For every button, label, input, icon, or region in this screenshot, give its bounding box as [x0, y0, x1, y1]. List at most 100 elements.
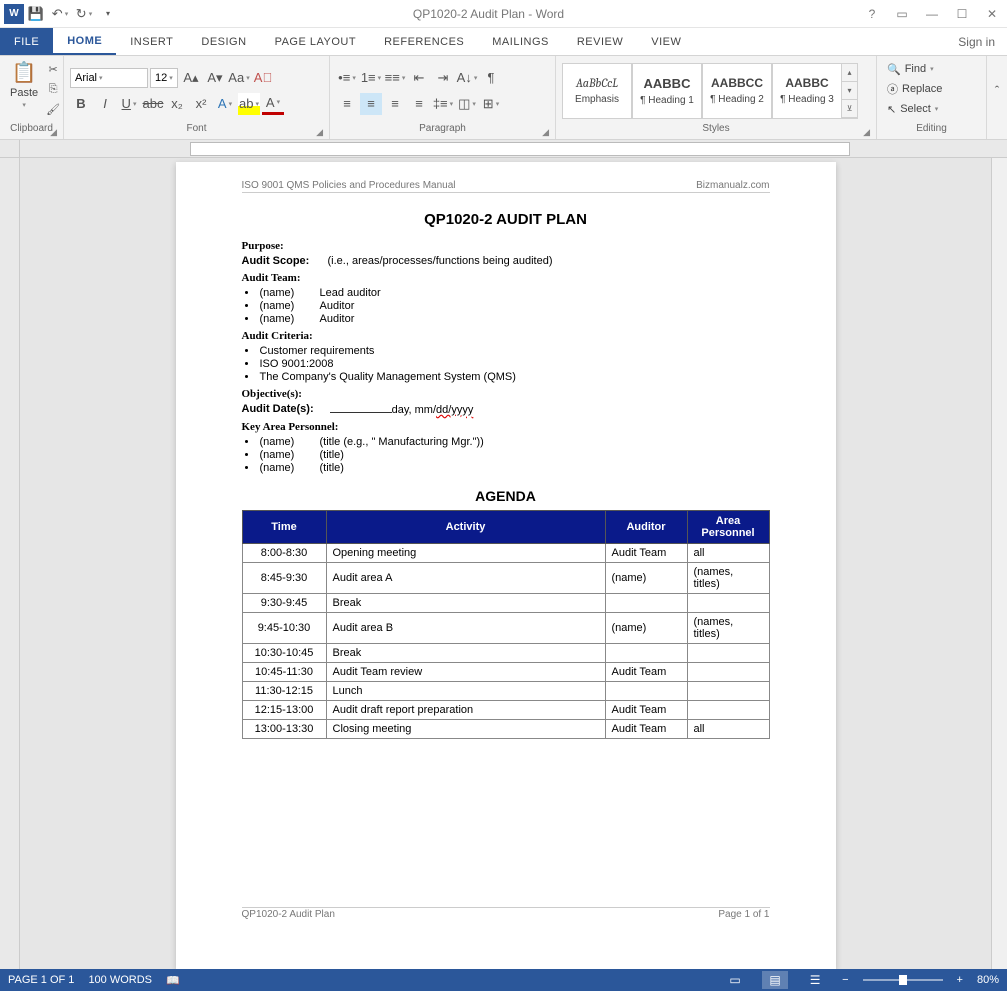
format-painter-icon[interactable]: 🖌 — [44, 100, 62, 118]
dates-blank — [330, 403, 392, 413]
styles-more-icon[interactable]: ⊻ — [842, 100, 857, 118]
horizontal-ruler[interactable] — [0, 140, 1007, 158]
doc-header-left: ISO 9001 QMS Policies and Procedures Man… — [242, 180, 456, 191]
superscript-icon[interactable]: x² — [190, 93, 212, 115]
page[interactable]: ISO 9001 QMS Policies and Procedures Man… — [176, 162, 836, 969]
underline-icon[interactable]: U — [118, 93, 140, 115]
zoom-slider[interactable] — [863, 979, 943, 981]
font-launcher-icon[interactable]: ◢ — [316, 127, 323, 138]
grow-font-icon[interactable]: A▴ — [180, 67, 202, 89]
find-icon: 🔍 — [887, 63, 901, 76]
font-group-label: Font — [186, 123, 206, 134]
qat-customize-icon[interactable]: ▾ — [96, 2, 120, 26]
change-case-icon[interactable]: Aa — [228, 67, 250, 89]
tab-page-layout[interactable]: PAGE LAYOUT — [261, 28, 371, 55]
text-effects-icon[interactable]: A — [214, 93, 236, 115]
tab-home[interactable]: HOME — [53, 28, 116, 55]
increase-indent-icon[interactable]: ⇥ — [432, 67, 454, 89]
copy-icon[interactable]: ⎘ — [44, 80, 62, 98]
style-heading2[interactable]: AABBCC¶ Heading 2 — [702, 63, 772, 119]
bold-icon[interactable]: B — [70, 93, 92, 115]
numbering-icon[interactable]: 1≡ — [360, 67, 382, 89]
tab-design[interactable]: DESIGN — [187, 28, 260, 55]
sign-in-link[interactable]: Sign in — [946, 28, 1007, 55]
redo-icon[interactable]: ↻ — [72, 2, 96, 26]
read-mode-icon[interactable]: ▭ — [722, 971, 748, 989]
styles-gallery[interactable]: AaBbCcLEmphasis AABBC¶ Heading 1 AABBCC¶… — [562, 63, 858, 119]
help-icon[interactable]: ? — [857, 2, 887, 26]
status-page[interactable]: PAGE 1 OF 1 — [8, 974, 74, 986]
styles-down-icon[interactable]: ▾ — [842, 82, 857, 100]
align-left-icon[interactable]: ≡ — [336, 93, 358, 115]
find-button[interactable]: 🔍Find▾ — [883, 60, 946, 78]
minimize-icon[interactable]: — — [917, 2, 947, 26]
tab-file[interactable]: FILE — [0, 28, 53, 55]
borders-icon[interactable]: ⊞ — [480, 93, 502, 115]
font-color-icon[interactable]: A — [262, 93, 284, 115]
styles-launcher-icon[interactable]: ◢ — [863, 127, 870, 138]
shading-icon[interactable]: ◫ — [456, 93, 478, 115]
team-item: (name)Auditor — [258, 313, 770, 325]
select-button[interactable]: ↖Select▾ — [883, 100, 946, 118]
status-words[interactable]: 100 WORDS — [88, 974, 152, 986]
collapse-ribbon-icon[interactable]: ˆ — [993, 80, 1001, 102]
font-size-select[interactable]: 12 — [150, 68, 178, 88]
clipboard-group-label: Clipboard — [10, 123, 53, 134]
maximize-icon[interactable]: ☐ — [947, 2, 977, 26]
zoom-out-icon[interactable]: − — [842, 974, 848, 986]
paragraph-launcher-icon[interactable]: ◢ — [542, 127, 549, 138]
document-area[interactable]: ISO 9001 QMS Policies and Procedures Man… — [20, 158, 991, 969]
undo-icon[interactable]: ↶ — [48, 2, 72, 26]
multilevel-list-icon[interactable]: ≡≡ — [384, 67, 406, 89]
web-layout-icon[interactable]: ☰ — [802, 971, 828, 989]
purpose-label: Purpose: — [242, 240, 770, 252]
table-row: 8:00-8:30Opening meetingAudit Teamall — [242, 544, 769, 563]
close-icon[interactable]: ✕ — [977, 2, 1007, 26]
cut-icon[interactable]: ✂ — [44, 60, 62, 78]
bullets-icon[interactable]: •≡ — [336, 67, 358, 89]
th-area: Area Personnel — [687, 511, 769, 544]
subscript-icon[interactable]: x₂ — [166, 93, 188, 115]
tab-mailings[interactable]: MAILINGS — [478, 28, 563, 55]
tab-insert[interactable]: INSERT — [116, 28, 187, 55]
style-emphasis[interactable]: AaBbCcLEmphasis — [562, 63, 632, 119]
align-center-icon[interactable]: ≡ — [360, 93, 382, 115]
decrease-indent-icon[interactable]: ⇤ — [408, 67, 430, 89]
print-layout-icon[interactable]: ▤ — [762, 971, 788, 989]
show-marks-icon[interactable]: ¶ — [480, 67, 502, 89]
save-icon[interactable]: 💾 — [24, 2, 48, 26]
clipboard-launcher-icon[interactable]: ◢ — [50, 127, 57, 138]
personnel-item: (name)(title) — [258, 462, 770, 474]
team-item: (name)Lead auditor — [258, 287, 770, 299]
line-spacing-icon[interactable]: ‡≡ — [432, 93, 454, 115]
style-heading3[interactable]: AABBC¶ Heading 3 — [772, 63, 842, 119]
strikethrough-icon[interactable]: abc — [142, 93, 164, 115]
highlight-icon[interactable]: ab — [238, 93, 260, 115]
tab-references[interactable]: REFERENCES — [370, 28, 478, 55]
table-row: 8:45-9:30Audit area A(name)(names, title… — [242, 563, 769, 594]
zoom-level[interactable]: 80% — [977, 974, 999, 986]
italic-icon[interactable]: I — [94, 93, 116, 115]
font-name-select[interactable]: Arial — [70, 68, 148, 88]
zoom-in-icon[interactable]: + — [957, 974, 963, 986]
word-app-icon: W — [4, 4, 24, 24]
editing-group-label: Editing — [916, 123, 947, 134]
vertical-ruler[interactable] — [0, 158, 20, 969]
paste-button[interactable]: 📋 Paste ▾ — [6, 58, 42, 111]
sort-icon[interactable]: A↓ — [456, 67, 478, 89]
proofing-icon[interactable]: 📖 — [166, 974, 180, 987]
agenda-title: AGENDA — [242, 488, 770, 504]
doc-footer-left: QP1020-2 Audit Plan — [242, 909, 335, 920]
tab-review[interactable]: REVIEW — [563, 28, 637, 55]
replace-button[interactable]: ⓐReplace — [883, 80, 946, 98]
clear-formatting-icon[interactable]: A⃠ — [252, 67, 274, 89]
justify-icon[interactable]: ≡ — [408, 93, 430, 115]
tab-view[interactable]: VIEW — [637, 28, 695, 55]
vertical-scrollbar[interactable] — [991, 158, 1007, 969]
th-activity: Activity — [326, 511, 605, 544]
ribbon-display-icon[interactable]: ▭ — [887, 2, 917, 26]
style-heading1[interactable]: AABBC¶ Heading 1 — [632, 63, 702, 119]
align-right-icon[interactable]: ≡ — [384, 93, 406, 115]
styles-up-icon[interactable]: ▴ — [842, 64, 857, 82]
shrink-font-icon[interactable]: A▾ — [204, 67, 226, 89]
